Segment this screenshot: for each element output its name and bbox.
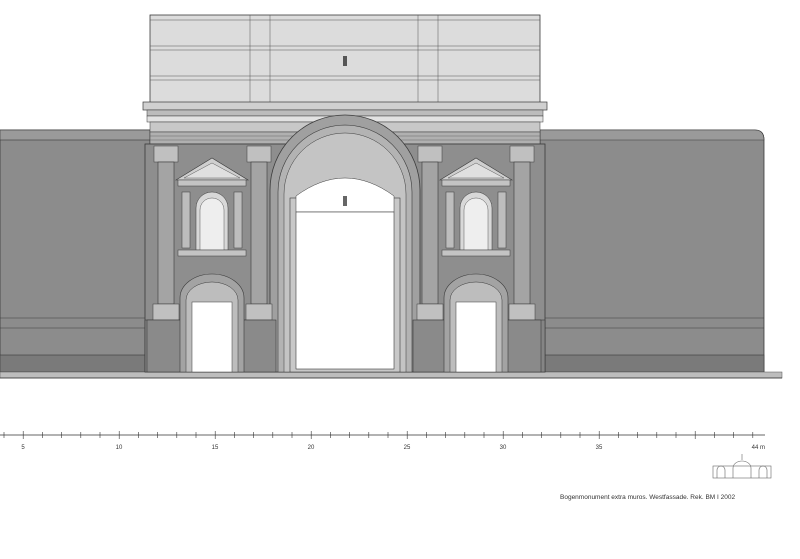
left-doorway <box>179 273 245 373</box>
ground-line <box>0 371 783 379</box>
right-doorway <box>443 273 509 373</box>
scale-label-20: 20 <box>308 445 315 451</box>
attic <box>149 14 541 104</box>
scale-label-44m: 44 m <box>752 445 765 451</box>
scale-label-10: 10 <box>116 445 123 451</box>
left-wall <box>0 129 151 373</box>
scale-label-35: 35 <box>596 445 603 451</box>
facade-elevation: 5 10 15 20 25 30 35 44 m <box>0 0 800 559</box>
scale-label-30: 30 <box>500 445 507 451</box>
central-arch <box>269 114 421 373</box>
scale-label-15: 15 <box>212 445 219 451</box>
scale-label-25: 25 <box>404 445 411 451</box>
right-wall <box>539 129 765 373</box>
drawing-caption: Bogenmonument extra muros. Westfassade. … <box>560 494 736 501</box>
